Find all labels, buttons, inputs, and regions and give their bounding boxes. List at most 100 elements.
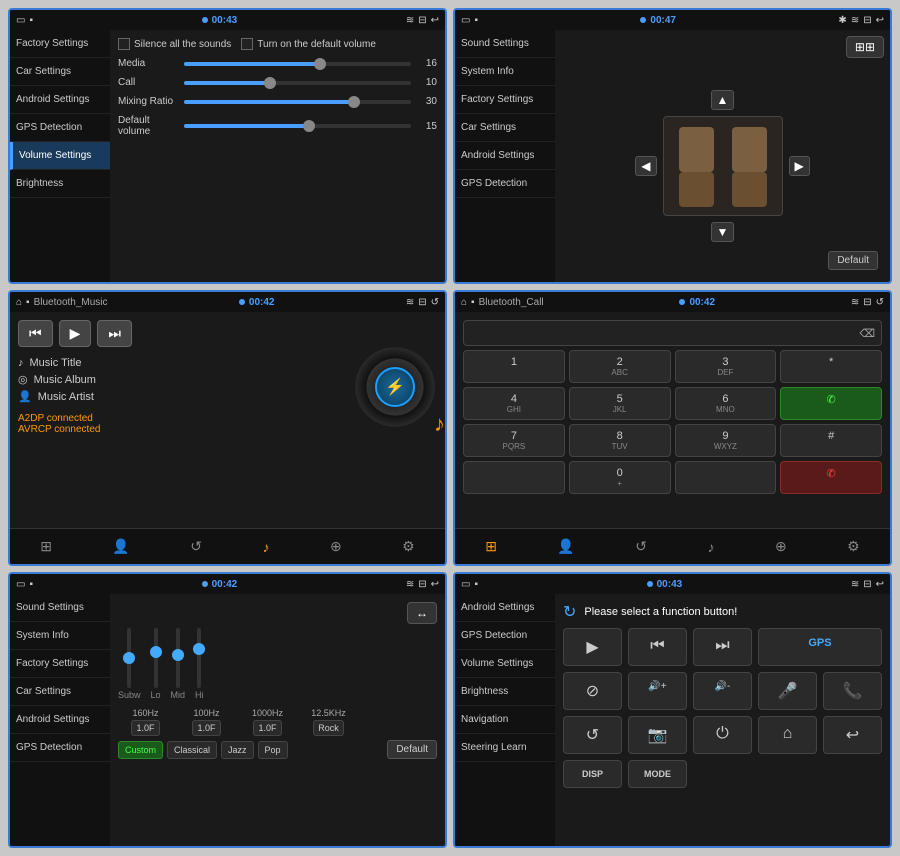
default-vol-checkbox[interactable]: Turn on the default volume (241, 38, 376, 50)
eq-band-12k5-gain[interactable]: Rock (313, 720, 344, 736)
preset-classical[interactable]: Classical (167, 741, 217, 759)
sidebar-item-volume[interactable]: Volume Settings (10, 142, 110, 170)
eq-band-100-gain[interactable]: 1.0F (192, 720, 220, 736)
arrow-right[interactable]: ▶ (789, 156, 810, 176)
call-slider[interactable] (184, 81, 411, 85)
sidebar-eq-sound[interactable]: Sound Settings (10, 594, 110, 622)
eq-band-1000-gain[interactable]: 1.0F (253, 720, 281, 736)
dial-hash[interactable]: # (780, 424, 882, 457)
silence-checkbox[interactable]: Silence all the sounds (118, 38, 231, 50)
eq-band-160-gain[interactable]: 1.0F (131, 720, 159, 736)
backspace-icon[interactable]: ⌫ (859, 327, 875, 340)
next-button[interactable]: ⏭ (97, 320, 132, 347)
eq-mode-btn[interactable]: ↔ (407, 602, 437, 624)
sidebar-func-nav[interactable]: Navigation (455, 706, 555, 734)
sidebar-func-steer[interactable]: Steering Learn (455, 734, 555, 762)
eq-lo-slider[interactable] (154, 628, 158, 688)
dial-8[interactable]: 8TUV (569, 424, 671, 457)
sidebar-car2[interactable]: Car Settings (455, 114, 555, 142)
func-mute[interactable]: ⊘ (563, 672, 622, 710)
sidebar-eq-gps[interactable]: GPS Detection (10, 734, 110, 762)
func-gps[interactable]: GPS (758, 628, 882, 666)
sidebar-gps2[interactable]: GPS Detection (455, 170, 555, 198)
sidebar-item-gps[interactable]: GPS Detection (10, 114, 110, 142)
silence-checkbox-box[interactable] (118, 38, 130, 50)
sidebar-eq-android[interactable]: Android Settings (10, 706, 110, 734)
dial-star[interactable]: * (780, 350, 882, 383)
toolbar-bt-call[interactable]: ↺ (631, 534, 651, 559)
func-mode[interactable]: MODE (628, 760, 687, 788)
func-home[interactable]: ⌂ (758, 716, 817, 754)
sidebar-func-android[interactable]: Android Settings (455, 594, 555, 622)
toolbar-grid-call[interactable]: ⊞ (481, 534, 501, 559)
dial-3[interactable]: 3DEF (675, 350, 777, 383)
eq-toggle-btn[interactable]: ⊞⊞ (846, 36, 884, 58)
eq-subw-slider[interactable] (127, 628, 131, 688)
sidebar-android2[interactable]: Android Settings (455, 142, 555, 170)
default-vol-slider[interactable] (184, 124, 411, 128)
mixing-slider[interactable] (184, 100, 411, 104)
toolbar-link[interactable]: ⊕ (326, 534, 346, 559)
toolbar-bt[interactable]: ↺ (186, 534, 206, 559)
toolbar-contacts-call[interactable]: 👤 (553, 534, 578, 559)
sidebar-sound[interactable]: Sound Settings (455, 30, 555, 58)
eq-mid-slider[interactable] (176, 628, 180, 688)
sidebar-item-brightness[interactable]: Brightness (10, 170, 110, 198)
func-mic[interactable]: 🎤 (758, 672, 817, 710)
refresh-icon[interactable]: ↻ (563, 602, 576, 622)
sidebar-func-gps[interactable]: GPS Detection (455, 622, 555, 650)
toolbar-music[interactable]: ♪ (258, 535, 273, 559)
dial-1[interactable]: 1 (463, 350, 565, 383)
arrow-left[interactable]: ◀ (635, 156, 656, 176)
preset-custom[interactable]: Custom (118, 741, 163, 759)
media-slider[interactable] (184, 62, 411, 66)
sidebar-item-car[interactable]: Car Settings (10, 58, 110, 86)
sidebar-sysinfo[interactable]: System Info (455, 58, 555, 86)
dial-6[interactable]: 6MNO (675, 387, 777, 420)
toolbar-contacts[interactable]: 👤 (108, 534, 133, 559)
func-bt2[interactable]: ↺ (563, 716, 622, 754)
sidebar-eq-car[interactable]: Car Settings (10, 678, 110, 706)
dial-input-display[interactable]: ⌫ (463, 320, 882, 346)
eq-hi-slider[interactable] (197, 628, 201, 688)
func-call[interactable]: 📞 (823, 672, 882, 710)
toolbar-settings[interactable]: ⚙ (398, 534, 419, 559)
func-next[interactable]: ⏭ (693, 628, 752, 666)
play-button[interactable]: ▶ (59, 320, 92, 347)
toolbar-grid[interactable]: ⊞ (36, 534, 56, 559)
func-play[interactable]: ▶ (563, 628, 622, 666)
func-disp[interactable]: DISP (563, 760, 622, 788)
dial-call[interactable]: ✆ (780, 387, 882, 420)
dial-7[interactable]: 7PQRS (463, 424, 565, 457)
dial-9[interactable]: 9WXYZ (675, 424, 777, 457)
dial-5[interactable]: 5JKL (569, 387, 671, 420)
preset-jazz[interactable]: Jazz (221, 741, 254, 759)
default-vol-checkbox-box[interactable] (241, 38, 253, 50)
arrow-down[interactable]: ▼ (711, 222, 735, 242)
toolbar-music-call[interactable]: ♪ (703, 535, 718, 559)
sidebar-item-factory[interactable]: Factory Settings (10, 30, 110, 58)
func-back[interactable]: ↩ (823, 716, 882, 754)
func-vol-up[interactable]: 🔊+ (628, 672, 687, 710)
dial-4[interactable]: 4GHI (463, 387, 565, 420)
sidebar-eq-factory[interactable]: Factory Settings (10, 650, 110, 678)
sidebar-factory2[interactable]: Factory Settings (455, 86, 555, 114)
default-button[interactable]: Default (828, 251, 878, 270)
func-prev[interactable]: ⏮ (628, 628, 687, 666)
func-power[interactable]: ⏻ (693, 716, 752, 754)
sidebar-func-brightness[interactable]: Brightness (455, 678, 555, 706)
arrow-up[interactable]: ▲ (711, 90, 735, 110)
sidebar-func-volume[interactable]: Volume Settings (455, 650, 555, 678)
prev-button[interactable]: ⏮ (18, 320, 53, 347)
func-vol-down[interactable]: 🔊- (693, 672, 752, 710)
toolbar-link-call[interactable]: ⊕ (771, 534, 791, 559)
dial-2[interactable]: 2ABC (569, 350, 671, 383)
dial-0[interactable]: 0+ (569, 461, 671, 494)
eq-default-btn[interactable]: Default (387, 740, 437, 759)
preset-pop[interactable]: Pop (258, 741, 288, 759)
func-cam[interactable]: 📷 (628, 716, 687, 754)
sidebar-item-android[interactable]: Android Settings (10, 86, 110, 114)
toolbar-settings-call[interactable]: ⚙ (843, 534, 864, 559)
sidebar-eq-sysinfo[interactable]: System Info (10, 622, 110, 650)
dial-end[interactable]: ✆ (780, 461, 882, 494)
